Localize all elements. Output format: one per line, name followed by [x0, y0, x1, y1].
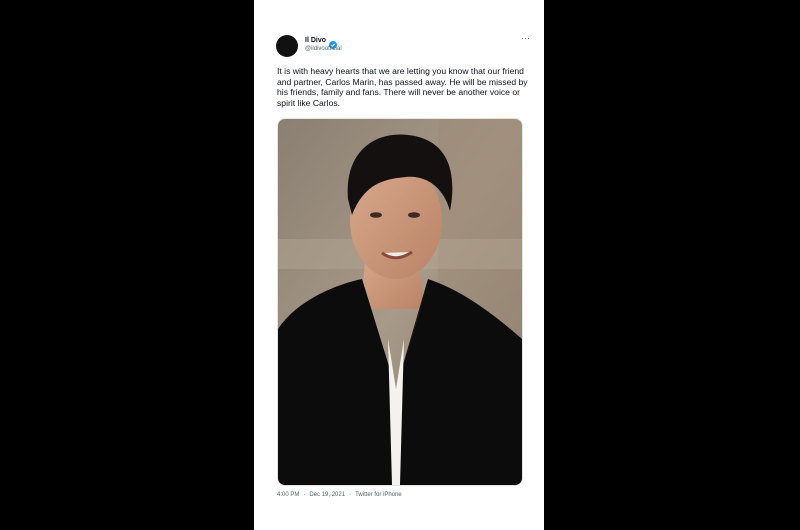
- tweet-time[interactable]: 4:00 PM: [277, 492, 299, 498]
- tweet-source[interactable]: Twitter for iPhone: [355, 492, 402, 498]
- meta-separator: ·: [303, 492, 306, 498]
- name-row: Il Divo: [305, 36, 338, 49]
- tweet-card: Il Divo @ildivoofficial ··· It is with h…: [254, 0, 544, 530]
- more-options-icon[interactable]: ···: [521, 34, 530, 43]
- portrait-photo: [278, 119, 522, 485]
- meta-separator: ·: [349, 492, 352, 498]
- verified-badge-icon: [329, 36, 338, 49]
- tweet-header: Il Divo @ildivoofficial ···: [276, 34, 530, 60]
- tweet-metadata: 4:00 PM · Dec 19, 2021 · Twitter for iPh…: [277, 492, 402, 498]
- avatar[interactable]: [276, 35, 298, 57]
- tweet-photo[interactable]: [277, 118, 523, 486]
- display-name[interactable]: Il Divo: [305, 37, 326, 44]
- tweet-date[interactable]: Dec 19, 2021: [309, 492, 345, 498]
- user-handle[interactable]: @ildivoofficial: [305, 46, 342, 52]
- tweet-text: It is with heavy hearts that we are lett…: [277, 66, 528, 108]
